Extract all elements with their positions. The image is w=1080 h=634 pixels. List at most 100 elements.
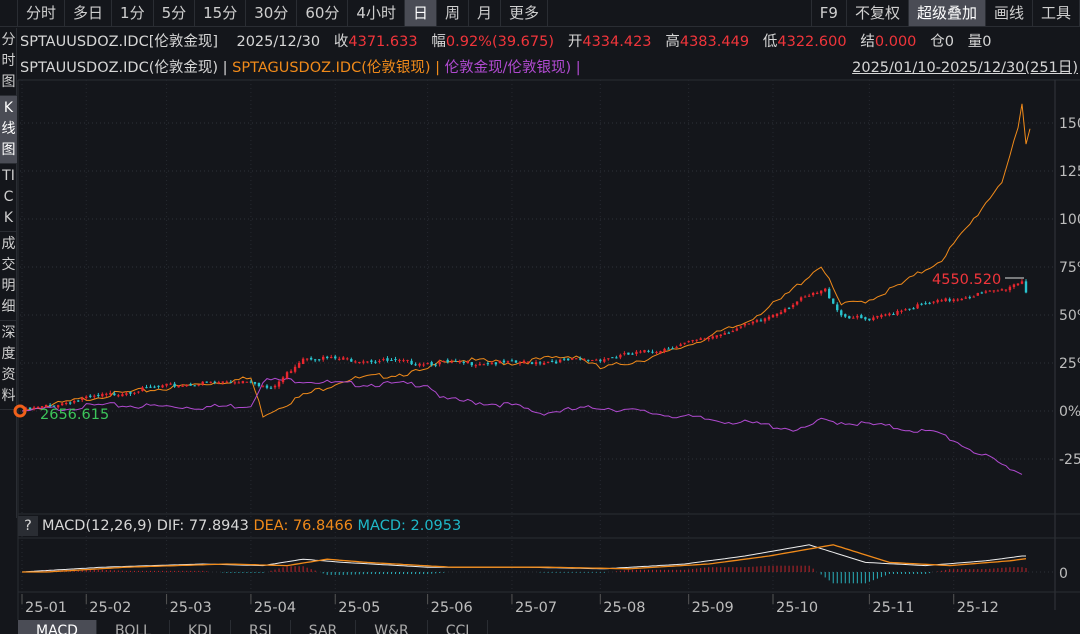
candle-body [281, 377, 285, 383]
candle-body [659, 351, 662, 353]
candle-body [197, 384, 200, 386]
x-tick-label: 25-04 [254, 600, 296, 616]
candle-body [824, 288, 827, 292]
candle-body [542, 362, 546, 365]
candle-body [675, 346, 678, 348]
candle-body [289, 371, 293, 373]
candle-body [558, 359, 562, 363]
x-tick-label: 25-03 [170, 600, 212, 616]
candle-body [679, 344, 682, 346]
candle-body [229, 381, 233, 383]
candle-body [735, 328, 739, 331]
candle-body [763, 318, 767, 322]
x-tick-label: 25-11 [872, 600, 914, 616]
x-tick-label: 25-08 [603, 600, 645, 616]
candle-body [932, 301, 935, 303]
candle-body [892, 314, 895, 316]
x-tick-label: 25-12 [957, 600, 999, 616]
candle-body [434, 364, 437, 366]
candle-body [173, 383, 176, 387]
candle-body [799, 297, 803, 301]
candle-body [956, 299, 959, 301]
candle-body [165, 383, 168, 386]
indicator-tab[interactable]: RSI [231, 620, 291, 634]
candle-body [767, 316, 771, 320]
series-line-ratio [21, 377, 1023, 475]
indicator-tab[interactable]: CCI [428, 620, 489, 634]
candle-body [996, 290, 1000, 292]
candle-body [619, 354, 622, 358]
candle-body [313, 359, 317, 361]
help-button[interactable]: ? [18, 516, 38, 536]
candle-body [787, 307, 791, 309]
candle-body [241, 381, 245, 384]
candle-body [217, 382, 220, 384]
series-line-silver [21, 103, 1031, 418]
candle-body [795, 301, 799, 305]
candle-body [880, 315, 883, 318]
candle-body [450, 361, 453, 363]
candle-body [354, 361, 357, 363]
candle-body [446, 359, 449, 363]
macd-title: MACD(12,26,9) [42, 518, 153, 534]
candle-body [783, 308, 787, 313]
candle-body [538, 362, 542, 364]
candle-body [984, 291, 988, 293]
candle-body [454, 360, 457, 362]
candle-body [840, 310, 843, 316]
candle-body [378, 360, 381, 362]
candle-body [161, 385, 164, 388]
candle-body [960, 298, 963, 301]
candle-body [647, 350, 650, 352]
candle-body [402, 360, 405, 362]
candle-body [727, 332, 731, 334]
candle-body [715, 335, 718, 338]
indicator-tab[interactable]: SAR [291, 620, 357, 634]
candle-body [1020, 281, 1024, 284]
candle-body [904, 309, 907, 311]
candle-body [1016, 283, 1020, 286]
candle-body [570, 358, 574, 360]
candle-body [137, 391, 140, 393]
candle-body [149, 386, 152, 388]
candle-body [293, 366, 297, 372]
candle-body [852, 317, 855, 319]
candle-body [462, 361, 465, 363]
candle-body [671, 348, 674, 350]
candle-body [912, 308, 915, 310]
indicator-tab[interactable]: KDJ [170, 620, 232, 634]
candle-body [719, 334, 722, 337]
indicator-tab[interactable]: W&R [356, 620, 428, 634]
candle-body [125, 393, 128, 395]
y-tick-label: 0% [1059, 404, 1080, 420]
candle-body [101, 393, 104, 397]
indicator-tab[interactable]: BOLL [97, 620, 170, 634]
candle-body [948, 299, 951, 301]
candle-body [129, 392, 132, 394]
candle-body [474, 365, 478, 367]
candle-body [177, 385, 180, 388]
candle-body [221, 381, 224, 383]
candle-body [848, 316, 851, 319]
candle-body [277, 381, 281, 387]
candle-body [117, 395, 120, 397]
indicator-tab[interactable]: MACD [18, 620, 97, 634]
candle-body [233, 382, 237, 384]
candle-body [711, 336, 714, 339]
candle-body [980, 292, 984, 294]
candle-body [603, 359, 606, 362]
candle-body [309, 357, 313, 360]
candle-body [105, 393, 108, 395]
candle-body [209, 381, 212, 383]
candle-body [916, 304, 919, 309]
candle-body [864, 317, 867, 320]
candle-body [936, 300, 939, 303]
candle-body [394, 359, 397, 361]
macd-dif: DIF: 77.8943 [156, 518, 249, 534]
candle-body [530, 362, 534, 364]
candle-body [566, 358, 570, 361]
candle-body [791, 304, 795, 308]
candle-body [466, 361, 469, 364]
candle-body [747, 323, 751, 325]
y-tick-label: 125% [1059, 164, 1080, 180]
